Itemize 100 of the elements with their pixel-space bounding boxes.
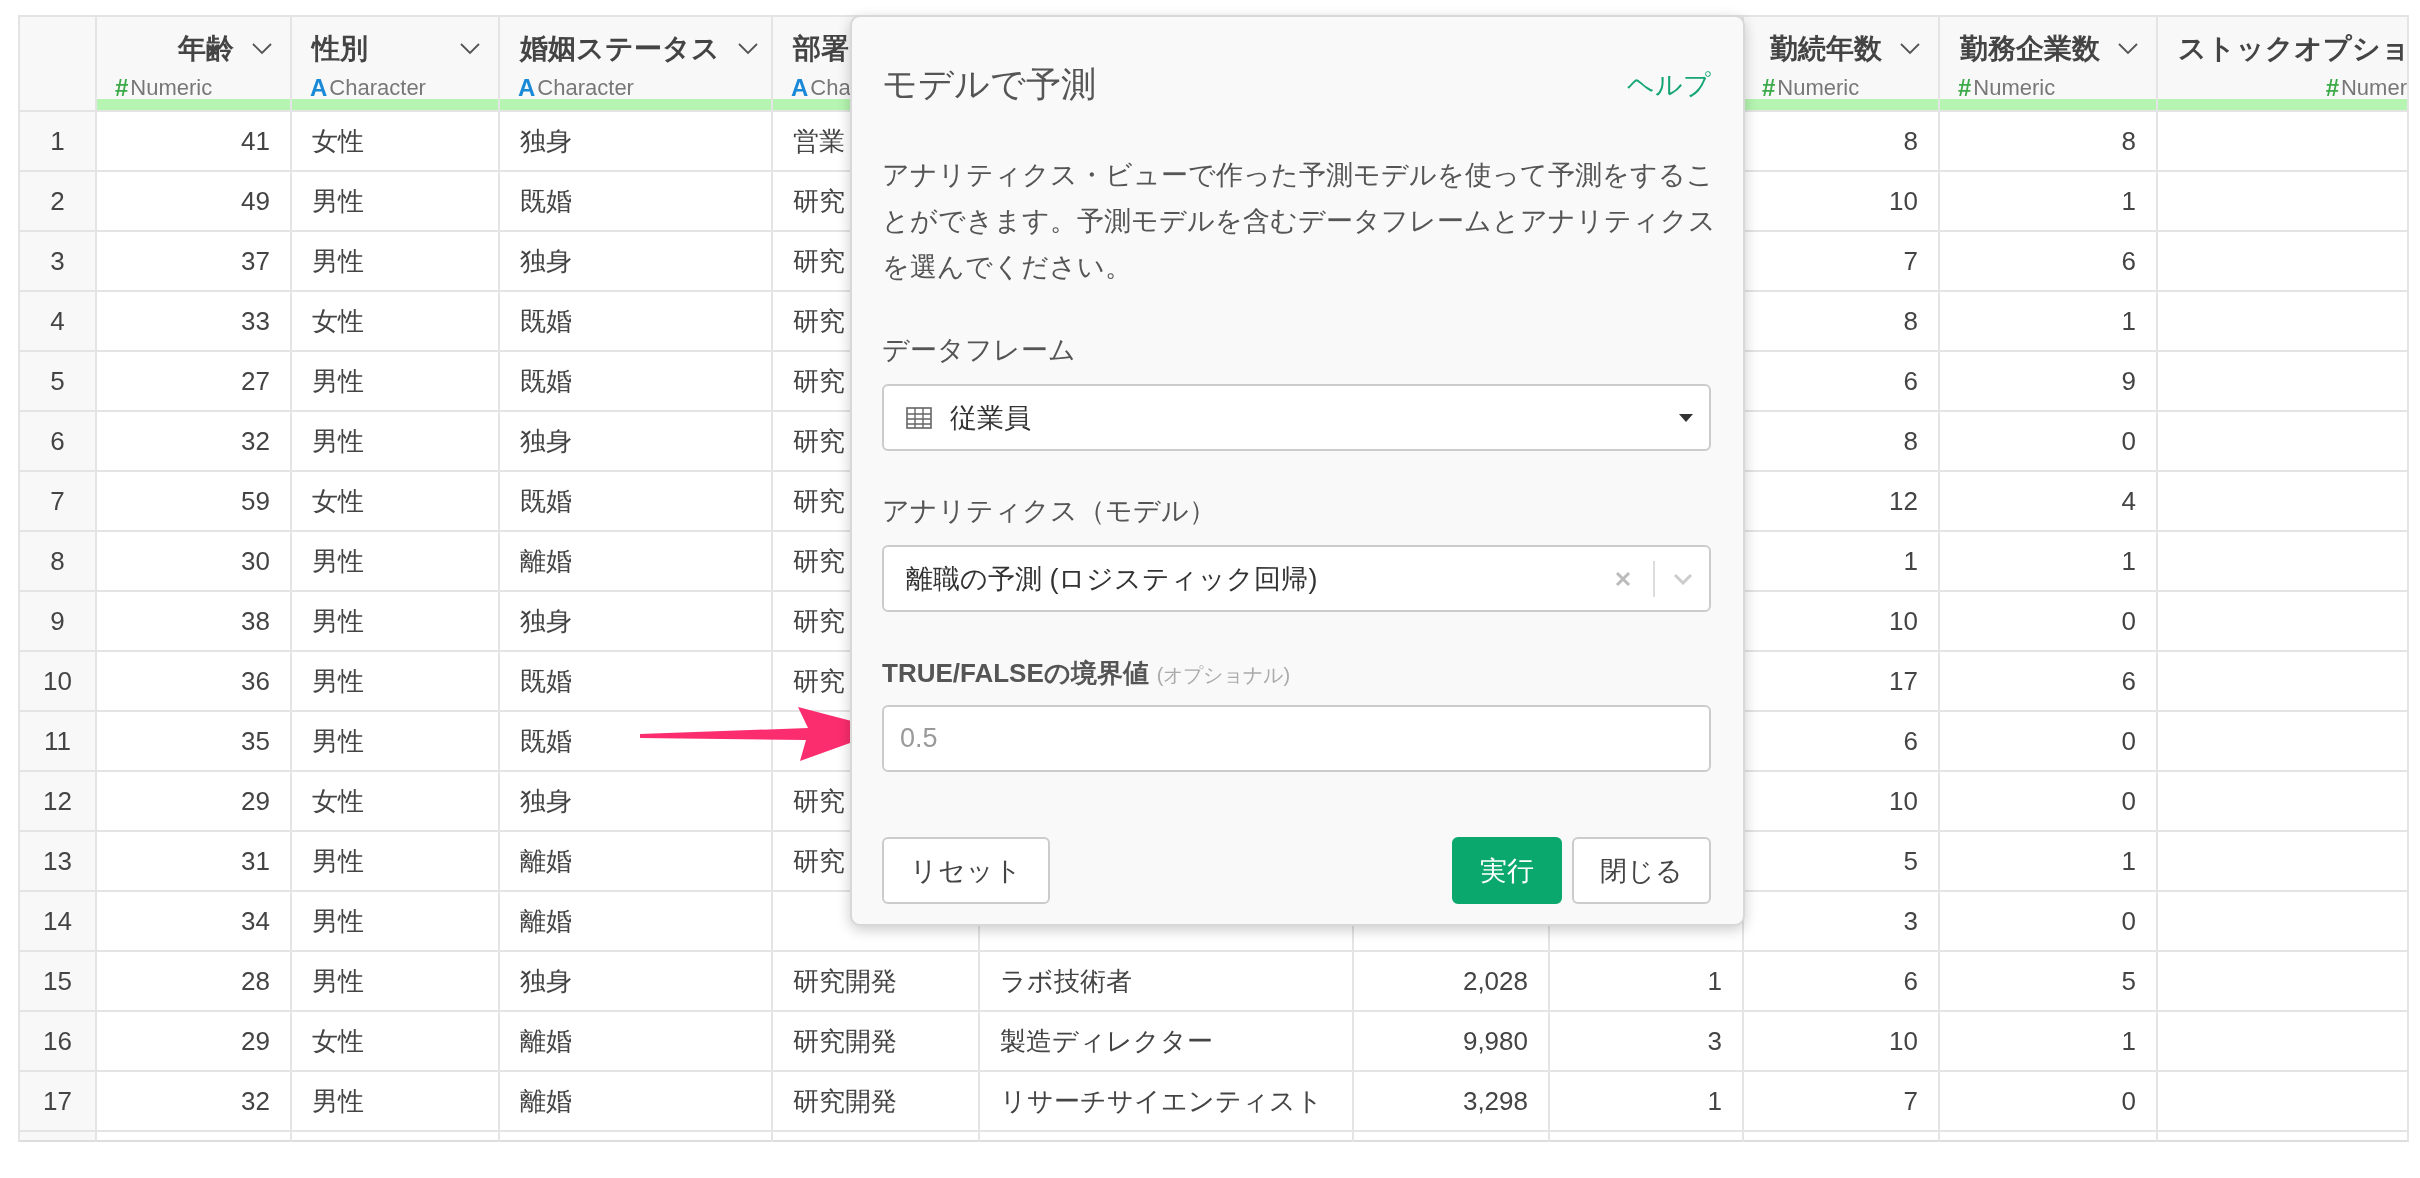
type-icon: # — [1762, 74, 1776, 102]
column-type: Numeric — [1973, 75, 2056, 101]
table-cell: 5 — [2121, 965, 2136, 996]
table-cell: 男性 — [312, 1085, 364, 1116]
type-icon: # — [115, 74, 129, 102]
table-cell: 17 — [1889, 665, 1918, 696]
table-cell: 10 — [1889, 1025, 1918, 1056]
table-cell: 離婚 — [520, 1025, 572, 1056]
threshold-field[interactable]: 0.5 — [882, 705, 1711, 772]
column-header[interactable]: ストックオプショ #Numer — [2157, 16, 2408, 111]
table-cell: 41 — [241, 125, 270, 156]
row-number: 13 — [19, 831, 96, 891]
row-number: 3 — [19, 231, 96, 291]
table-cell: 女性 — [312, 125, 364, 156]
type-icon: # — [1958, 74, 1972, 102]
column-header[interactable]: 婚姻ステータス ACharacter — [499, 16, 772, 111]
type-icon: # — [2325, 74, 2339, 102]
table-cell: 35 — [241, 725, 270, 756]
column-header[interactable]: 勤務企業数 #Numeric — [1939, 16, 2157, 111]
table-cell: 6 — [2121, 245, 2136, 276]
row-number: 6 — [19, 411, 96, 471]
column-header[interactable]: 勤続年数 #Numeric — [1743, 16, 1939, 111]
field-label: アナリティクス（モデル） — [882, 495, 1216, 528]
column-header[interactable]: 年齢 #Numeric — [96, 16, 291, 111]
column-title: 年齢 — [178, 32, 234, 66]
table-cell: 1 — [2121, 305, 2136, 336]
table-cell: 男性 — [312, 905, 364, 936]
chevron-down-icon[interactable] — [252, 43, 272, 55]
table-cell: 既婚 — [520, 665, 572, 696]
column-title: 勤続年数 — [1770, 32, 1882, 66]
dialog-button[interactable]: リセット — [882, 837, 1050, 904]
type-icon: A — [791, 74, 809, 102]
table-cell: 独身 — [520, 425, 572, 456]
table-cell: 0 — [2121, 1085, 2136, 1116]
table-cell: 8 — [1903, 425, 1918, 456]
table-cell: 既婚 — [520, 725, 572, 756]
table-cell: 研究 — [793, 485, 845, 516]
optional-hint: (オプショナル) — [1156, 663, 1291, 688]
column-title: 勤務企業数 — [1960, 32, 2100, 66]
table-cell: 0 — [2121, 905, 2136, 936]
row-number: 8 — [19, 531, 96, 591]
table-cell: 男性 — [312, 425, 364, 456]
table-cell: リサーチサイエンティスト — [1000, 1085, 1323, 1116]
description: アナリティクス・ビューで作った予測モデルを使って予測をすることができます。予測モデルを含むデータフレームとアナリティクスを選んでください。 — [882, 159, 1717, 284]
dialog-title: モデルで予測 — [882, 63, 1096, 105]
table-cell: 1 — [1707, 1085, 1722, 1116]
chevron-down-icon[interactable] — [738, 43, 758, 55]
table-cell: 女性 — [312, 1025, 364, 1056]
row-number: 5 — [19, 351, 96, 411]
row-number: 11 — [19, 711, 96, 771]
table-cell: 59 — [241, 485, 270, 516]
table-cell: 8 — [1903, 305, 1918, 336]
table-cell: 男性 — [312, 185, 364, 216]
table-cell: 1 — [1903, 545, 1918, 576]
table-cell: 研究 — [793, 365, 845, 396]
dataframe-select[interactable]: 従業員 — [882, 384, 1711, 451]
chevron-down-icon[interactable] — [1900, 43, 1920, 55]
table-cell: 1 — [2121, 845, 2136, 876]
table-cell: 8 — [2121, 125, 2136, 156]
row-number: 1 — [19, 111, 96, 171]
table-cell: 5 — [1903, 845, 1918, 876]
table-cell: 6 — [1903, 365, 1918, 396]
table-cell: 既婚 — [520, 185, 572, 216]
table-cell: 9 — [2121, 365, 2136, 396]
table-cell: 8 — [1903, 125, 1918, 156]
table-cell: 33 — [241, 305, 270, 336]
caret-icon — [1679, 413, 1693, 422]
table-cell: 既婚 — [520, 365, 572, 396]
table-cell: 3 — [1903, 905, 1918, 936]
table-cell: 28 — [241, 965, 270, 996]
table-cell: 1 — [1707, 965, 1722, 996]
column-header[interactable]: 性別 ACharacter — [291, 16, 499, 111]
column-title: 部署 — [793, 32, 849, 66]
table-cell: 男性 — [312, 845, 364, 876]
table-cell: ラボ技術者 — [1000, 965, 1132, 996]
dialog-button[interactable]: 閉じる — [1572, 837, 1711, 904]
row-number: 16 — [19, 1011, 96, 1071]
chevron-down-icon[interactable] — [460, 43, 480, 55]
table-cell: 離婚 — [520, 845, 572, 876]
table-cell: 0 — [2121, 605, 2136, 636]
table-cell: 男性 — [312, 965, 364, 996]
table-cell: 女性 — [312, 485, 364, 516]
table-cell: 10 — [1889, 185, 1918, 216]
table-cell: 0 — [2121, 785, 2136, 816]
table-cell: 研究開発 — [793, 1085, 897, 1116]
table-cell: 独身 — [520, 245, 572, 276]
row-number: 9 — [19, 591, 96, 651]
table-cell: 37 — [241, 245, 270, 276]
chevron-down-icon[interactable] — [2118, 43, 2138, 55]
table-cell: 1 — [2121, 545, 2136, 576]
table-cell: 独身 — [520, 785, 572, 816]
column-type: Character — [537, 75, 634, 101]
table-cell: 離婚 — [520, 905, 572, 936]
table-cell: 34 — [241, 905, 270, 936]
table-cell: 6 — [1903, 965, 1918, 996]
table-cell: 男性 — [312, 605, 364, 636]
table-cell: 0 — [2121, 725, 2136, 756]
type-icon: A — [518, 74, 536, 102]
table-cell: 研究 — [793, 665, 845, 696]
table-cell: 4 — [2121, 485, 2136, 516]
